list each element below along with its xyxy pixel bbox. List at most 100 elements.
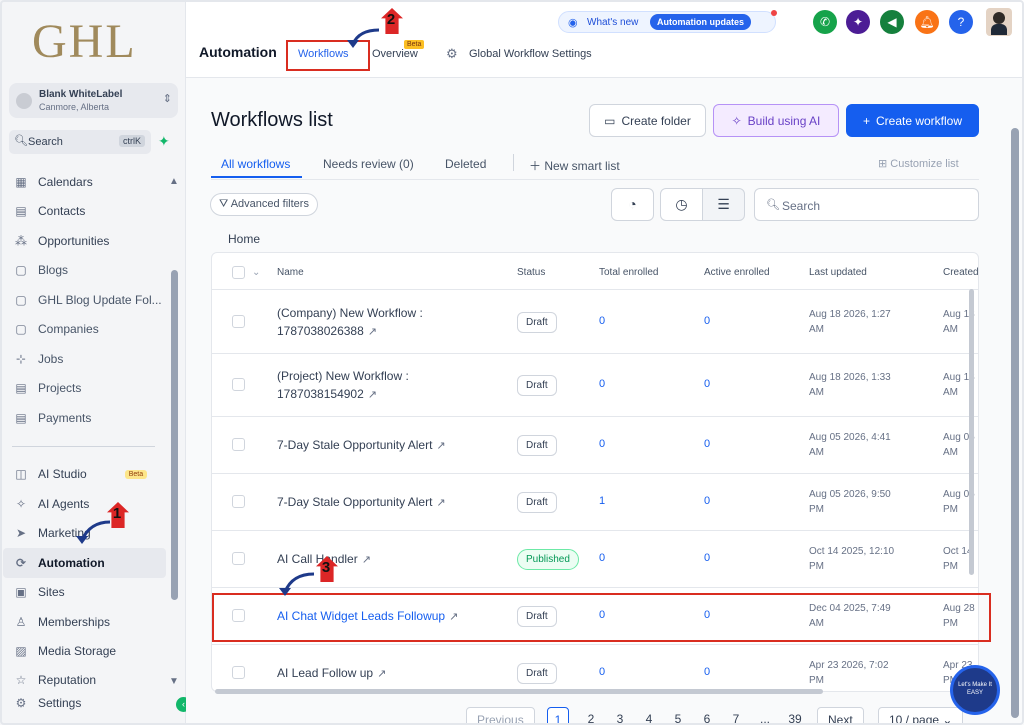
row-checkbox[interactable] xyxy=(232,494,245,508)
active-enrolled-value[interactable]: 0 xyxy=(704,495,710,507)
page-button[interactable]: 3 xyxy=(608,707,632,725)
list-view-button[interactable]: ☰ xyxy=(702,188,745,221)
col-last-updated[interactable]: Last updated xyxy=(809,267,867,278)
whats-new-pill[interactable]: ◉ What's new Automation updates xyxy=(558,11,776,33)
sidebar-item-blogs[interactable]: ▢ Blogs xyxy=(12,258,68,282)
sidebar-item-sites[interactable]: ▣ Sites xyxy=(12,580,64,604)
total-enrolled-value[interactable]: 1 xyxy=(599,495,605,507)
select-dropdown-icon[interactable]: ⌄ xyxy=(252,267,260,278)
workflow-name[interactable]: AI Lead Follow up xyxy=(277,666,373,680)
total-enrolled-value[interactable]: 0 xyxy=(599,378,605,390)
page-button[interactable]: 6 xyxy=(695,707,719,725)
external-link-icon[interactable]: ↗ xyxy=(362,551,371,569)
location-switcher[interactable]: Blank WhiteLabel Canmore, Alberta ⇕ xyxy=(9,83,178,118)
page-size-select[interactable]: 10 / page ⌄ xyxy=(878,707,964,725)
clock-view-button[interactable]: ◷ xyxy=(660,188,703,221)
row-checkbox[interactable] xyxy=(232,437,245,451)
external-link-icon[interactable]: ↗ xyxy=(368,323,377,341)
quick-action-icon[interactable]: ✦ xyxy=(158,133,170,150)
external-link-icon[interactable]: ↗ xyxy=(436,437,445,455)
new-smart-list-button[interactable]: ＋ New smart list xyxy=(529,157,620,174)
bell-icon[interactable]: 🔔︎ xyxy=(915,10,939,34)
tab-deleted[interactable]: Deleted xyxy=(445,157,486,171)
sidebar-item-automation[interactable]: ⟳ Automation xyxy=(12,551,105,575)
total-enrolled-value[interactable]: 0 xyxy=(599,552,605,564)
announcement-icon[interactable]: ◀ xyxy=(880,10,904,34)
table-vertical-scrollbar[interactable] xyxy=(969,289,974,575)
workflow-name[interactable]: (Company) New Workflow : xyxy=(277,306,423,320)
next-page-button[interactable]: Next xyxy=(817,707,864,725)
row-checkbox[interactable] xyxy=(232,551,245,565)
active-enrolled-value[interactable]: 0 xyxy=(704,315,710,327)
workflow-name-cell[interactable]: 7-Day Stale Opportunity Alert ↗ xyxy=(277,436,446,455)
total-enrolled-value[interactable]: 0 xyxy=(599,666,605,678)
row-checkbox[interactable] xyxy=(232,314,245,328)
page-button[interactable]: 5 xyxy=(666,707,690,725)
chat-widget-logo[interactable]: Let's Make It EASY xyxy=(950,665,1000,715)
workflow-name-cell[interactable]: (Company) New Workflow : 1787038026388 ↗ xyxy=(277,304,423,341)
sidebar-search[interactable]: 🔍︎ Search ctrlK xyxy=(9,130,151,154)
sidebar-item-media-storage[interactable]: ▨ Media Storage xyxy=(12,639,116,663)
tab-all-workflows[interactable]: All workflows xyxy=(221,157,290,171)
row-checkbox[interactable] xyxy=(232,377,245,391)
sidebar-item-settings[interactable]: ⚙ Settings xyxy=(12,691,82,715)
phone-icon[interactable]: ✆ xyxy=(813,10,837,34)
col-created[interactable]: Created xyxy=(943,267,978,278)
scroll-up-icon[interactable]: ▲ xyxy=(169,176,179,187)
breadcrumb[interactable]: Home xyxy=(228,232,260,246)
sidebar-scrollbar[interactable] xyxy=(171,270,178,600)
previous-page-button[interactable]: Previous xyxy=(466,707,535,725)
help-icon[interactable]: ? xyxy=(949,10,973,34)
table-horizontal-scrollbar[interactable] xyxy=(215,689,823,694)
col-name[interactable]: Name xyxy=(277,267,304,278)
sidebar-item-memberships[interactable]: ♙ Memberships xyxy=(12,610,110,634)
page-button[interactable]: 39 xyxy=(783,707,807,725)
build-using-ai-button[interactable]: ✧ Build using AI xyxy=(713,104,839,137)
row-checkbox[interactable] xyxy=(232,665,245,679)
page-button[interactable]: 7 xyxy=(724,707,748,725)
active-enrolled-value[interactable]: 0 xyxy=(704,666,710,678)
workflow-name-cell[interactable]: AI Lead Follow up ↗ xyxy=(277,664,386,683)
sidebar-item-contacts[interactable]: ▤ Contacts xyxy=(12,199,85,223)
page-button[interactable]: 2 xyxy=(579,707,603,725)
automation-updates-badge[interactable]: Automation updates xyxy=(650,14,751,30)
sidebar-item-projects[interactable]: ▤ Projects xyxy=(12,376,81,400)
total-enrolled-value[interactable]: 0 xyxy=(599,315,605,327)
sidebar-item-companies[interactable]: ▢ Companies xyxy=(12,317,98,341)
active-enrolled-value[interactable]: 0 xyxy=(704,438,710,450)
workflow-name[interactable]: 7-Day Stale Opportunity Alert xyxy=(277,495,432,509)
active-enrolled-value[interactable]: 0 xyxy=(704,552,710,564)
customize-list-button[interactable]: ⊞ Customize list xyxy=(878,157,959,170)
history-view-button[interactable]: ◔ xyxy=(611,188,654,221)
user-avatar[interactable] xyxy=(986,8,1012,36)
create-folder-button[interactable]: ▭ Create folder xyxy=(589,104,706,137)
col-status[interactable]: Status xyxy=(517,267,545,278)
page-button[interactable]: 1 xyxy=(547,707,569,725)
ai-sparkle-icon[interactable]: ✦ xyxy=(846,10,870,34)
tab-global-workflow-settings[interactable]: Global Workflow Settings xyxy=(469,48,592,60)
workflow-name-cell[interactable]: (Project) New Workflow : 1787038154902 ↗ xyxy=(277,367,409,404)
total-enrolled-value[interactable]: 0 xyxy=(599,438,605,450)
sidebar-item-payments[interactable]: ▤ Payments xyxy=(12,406,91,430)
scroll-down-icon[interactable]: ▼ xyxy=(169,676,179,687)
active-enrolled-value[interactable]: 0 xyxy=(704,378,710,390)
workflow-name-cell[interactable]: 7-Day Stale Opportunity Alert ↗ xyxy=(277,493,446,512)
select-all-checkbox[interactable] xyxy=(232,266,245,279)
col-active-enrolled[interactable]: Active enrolled xyxy=(704,267,770,278)
sidebar-item-ai-studio[interactable]: ◫ AI Studio Beta xyxy=(12,462,148,486)
advanced-filters-button[interactable]: ⛛ Advanced filters xyxy=(210,193,318,216)
sidebar-item-jobs[interactable]: ⊹ Jobs xyxy=(12,347,63,371)
sidebar-item-ghl-blog-update-fol[interactable]: ▢ GHL Blog Update Fol... xyxy=(12,288,161,312)
col-total-enrolled[interactable]: Total enrolled xyxy=(599,267,658,278)
tab-needs-review[interactable]: Needs review (0) xyxy=(323,157,414,171)
workflow-search-input[interactable]: 🔍︎ Search xyxy=(754,188,979,221)
workflow-name[interactable]: (Project) New Workflow : xyxy=(277,369,409,383)
sidebar-item-opportunities[interactable]: ⁂ Opportunities xyxy=(12,229,109,253)
external-link-icon[interactable]: ↗ xyxy=(377,665,386,683)
sidebar-item-reputation[interactable]: ☆ Reputation xyxy=(12,668,96,692)
page-button[interactable]: 4 xyxy=(637,707,661,725)
create-workflow-button[interactable]: + Create workflow xyxy=(846,104,979,137)
external-link-icon[interactable]: ↗ xyxy=(368,386,377,404)
external-link-icon[interactable]: ↗ xyxy=(436,494,445,512)
workflow-name[interactable]: 7-Day Stale Opportunity Alert xyxy=(277,438,432,452)
